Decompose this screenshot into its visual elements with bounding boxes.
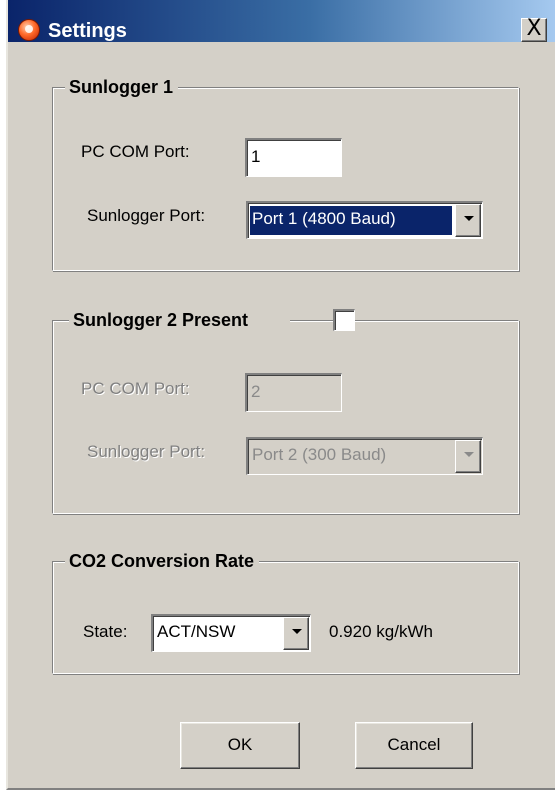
sunlogger1-sunlogger-port-label: Sunlogger Port: [87,206,206,225]
sunlogger1-sunlogger-port-value: Port 1 (4800 Baud) [249,205,453,236]
sunlogger2-sunlogger-port-select[interactable]: Port 2 (300 Baud) [246,437,483,475]
sunlogger2-legend: Sunlogger 2 Present [69,308,291,332]
sunlogger2-sunlogger-port-label: Sunlogger Port: [87,442,206,461]
settings-dialog: Settings X Sunlogger 1 PC COM Port: 1 Su… [6,0,555,790]
app-logo-icon [18,19,40,41]
cancel-button[interactable]: Cancel [355,722,473,769]
co2-state-value: ACT/NSW [157,622,236,641]
close-button[interactable]: X [521,18,547,42]
ok-button-label: OK [227,735,253,754]
chevron-down-icon [292,629,302,634]
chevron-down-icon [464,216,474,221]
window-title: Settings [48,20,127,42]
sunlogger1-pc-com-port-input[interactable]: 1 [245,138,342,177]
sunlogger2-legend-label: Sunlogger 2 Present [73,310,249,330]
sunlogger2-pc-com-port-input[interactable]: 2 [245,373,342,412]
chevron-down-icon [464,452,474,457]
sunlogger1-pc-com-port-label: PC COM Port: [81,142,190,161]
sunlogger1-group: Sunlogger 1 PC COM Port: 1 Sunlogger Por… [52,75,519,271]
sunlogger1-legend: Sunlogger 1 [65,75,179,99]
co2-rate-text: 0.920 kg/kWh [329,622,433,641]
sunlogger2-pc-com-port-label: PC COM Port: [81,379,190,398]
cancel-button-label: Cancel [387,735,441,754]
co2-state-dropdown-button[interactable] [283,617,309,650]
ok-button[interactable]: OK [180,722,300,769]
sunlogger1-sunlogger-port-select[interactable]: Port 1 (4800 Baud) [246,201,483,239]
sunlogger2-sunlogger-port-value: Port 2 (300 Baud) [252,445,387,464]
sunlogger2-present-checkbox[interactable] [333,309,355,331]
close-icon: X [526,16,542,41]
co2-group: CO2 Conversion Rate State: ACT/NSW 0.920… [52,549,519,674]
co2-state-label: State: [83,622,128,641]
co2-legend: CO2 Conversion Rate [65,549,260,573]
sunlogger2-group: Sunlogger 2 Present PC COM Port: 2 Sunlo… [52,308,519,514]
title-bar[interactable]: Settings X [8,0,555,42]
sunlogger1-dropdown-button[interactable] [455,204,481,237]
co2-state-select[interactable]: ACT/NSW [151,614,311,652]
sunlogger2-dropdown-button[interactable] [455,440,481,473]
